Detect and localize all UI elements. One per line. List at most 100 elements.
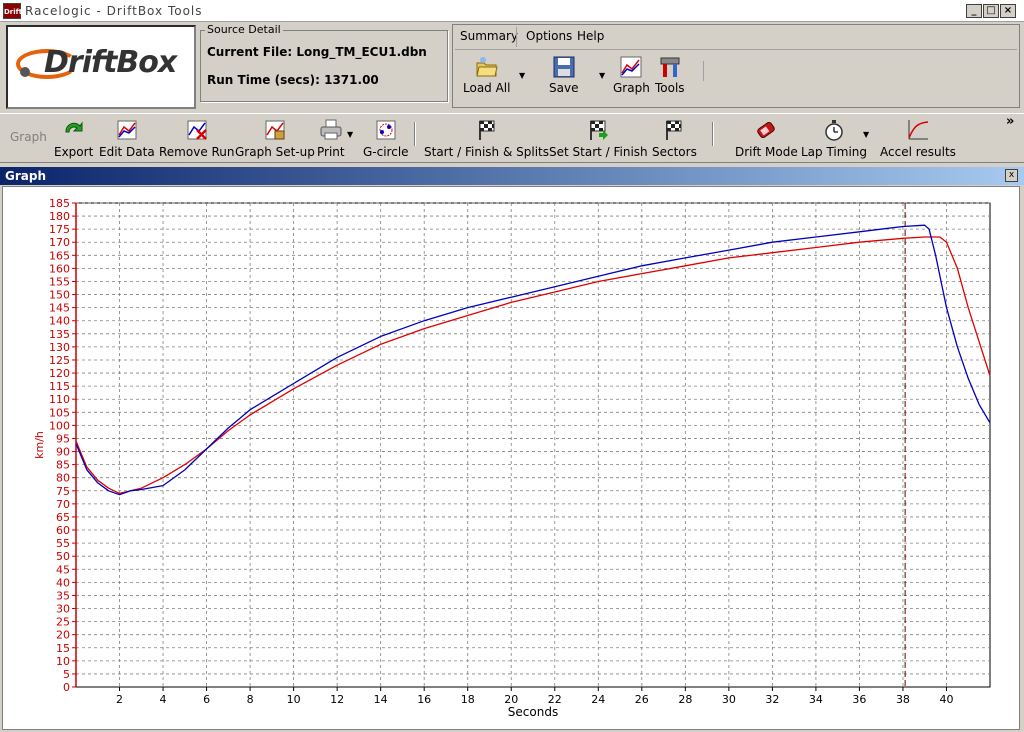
- y-tick-label: 185: [49, 197, 70, 210]
- x-tick-label: 6: [203, 693, 210, 706]
- chart-grid: [75, 202, 991, 688]
- drift-mode-label: Drift Mode: [735, 145, 798, 159]
- speed-chart[interactable]: 0510152025303540455055606570758085909510…: [3, 187, 1019, 729]
- menu-summary[interactable]: Summary: [457, 29, 521, 43]
- checkered-flag-icon: [666, 120, 682, 140]
- sectors-button[interactable]: Sectors: [652, 118, 697, 159]
- accel-results-label: Accel results: [880, 145, 956, 159]
- maximize-button[interactable]: □: [983, 4, 999, 18]
- x-axis-label: Seconds: [508, 705, 558, 719]
- graph-toolbar: Graph Export Edit Data Remove Run Graph …: [0, 113, 1024, 163]
- x-ticks: 2 4 6 8 10 12 14 16 18 20 22 24 26 28 30 32 34 36 38 40: [116, 687, 953, 706]
- x-tick-label: 8: [247, 693, 254, 706]
- graph-menu-button[interactable]: Graph: [613, 55, 650, 95]
- x-tick-label: 40: [939, 693, 953, 706]
- drift-mode-button[interactable]: Drift Mode: [735, 118, 798, 159]
- graph-setup-button[interactable]: Graph Set-up: [235, 118, 315, 159]
- accel-results-button[interactable]: Accel results: [880, 118, 956, 159]
- x-tick-label: 4: [160, 693, 167, 706]
- g-circle-button[interactable]: G-circle: [363, 118, 409, 159]
- menu-panel: Summary Options Help Load All ▼ Save ▼ G…: [452, 24, 1020, 108]
- x-tick-label: 24: [591, 693, 605, 706]
- y-tick-label: 120: [49, 367, 70, 380]
- export-button[interactable]: Export: [54, 118, 93, 159]
- x-tick-label: 2: [116, 693, 123, 706]
- y-tick-label: 135: [49, 328, 70, 341]
- edit-data-button[interactable]: Edit Data: [99, 118, 155, 159]
- accel-curve-icon: [908, 120, 929, 140]
- load-all-label: Load All: [463, 81, 511, 95]
- remove-run-label: Remove Run: [159, 145, 235, 159]
- drift-car-icon: [757, 121, 776, 139]
- y-tick-label: 95: [56, 432, 70, 445]
- y-tick-label: 55: [56, 537, 70, 550]
- x-tick-label: 34: [809, 693, 823, 706]
- x-tick-label: 12: [330, 693, 344, 706]
- minimize-button[interactable]: _: [966, 4, 982, 18]
- start-finish-splits-label: Start / Finish & Splits: [424, 145, 549, 159]
- y-tick-label: 160: [49, 262, 70, 275]
- x-tick-label: 28: [678, 693, 692, 706]
- y-tick-label: 140: [49, 315, 70, 328]
- tools-icon: [660, 57, 680, 77]
- x-tick-label: 18: [461, 693, 475, 706]
- x-tick-label: 10: [287, 693, 301, 706]
- y-tick-label: 15: [56, 642, 70, 655]
- run-time-label: Run Time (secs): 1371.00: [207, 73, 379, 87]
- menu-options[interactable]: Options: [523, 29, 575, 43]
- y-tick-label: 5: [63, 668, 70, 681]
- toolbar-overflow-button[interactable]: »: [1006, 114, 1014, 129]
- y-tick-label: 145: [49, 302, 70, 315]
- y-tick-label: 25: [56, 616, 70, 629]
- sectors-label: Sectors: [652, 145, 697, 159]
- graph-close-button[interactable]: x: [1005, 169, 1018, 182]
- y-tick-label: 130: [49, 341, 70, 354]
- y-tick-label: 150: [49, 289, 70, 302]
- y-tick-label: 70: [56, 498, 70, 511]
- load-all-button[interactable]: Load All: [463, 55, 510, 95]
- save-dropdown-icon[interactable]: ▼: [599, 71, 605, 80]
- y-tick-label: 65: [56, 511, 70, 524]
- graph-area[interactable]: 0 5 10 15 20 25 30 35 40 45 50 55 60 65 70 75 80 85 90 95 10…: [2, 186, 1020, 730]
- y-tick-label: 110: [49, 393, 70, 406]
- g-circle-label: G-circle: [363, 145, 409, 159]
- x-tick-label: 16: [417, 693, 431, 706]
- lap-timing-button[interactable]: Lap Timing: [801, 118, 867, 159]
- y-tick-label: 75: [56, 485, 70, 498]
- save-button[interactable]: Save: [549, 55, 578, 95]
- source-detail-group: Source Detail Current File: Long_TM_ECU1…: [200, 23, 448, 102]
- toolbar-separator: [712, 122, 714, 146]
- y-tick-label: 60: [56, 524, 70, 537]
- y-tick-label: 90: [56, 446, 70, 459]
- y-tick-label: 35: [56, 589, 70, 602]
- toolbar-separator: [414, 122, 416, 146]
- export-arrow-icon: [65, 121, 83, 133]
- x-tick-label: 14: [374, 693, 388, 706]
- graph-window-title: Graph: [5, 169, 46, 183]
- toolbar-section-label: Graph: [10, 130, 47, 144]
- edit-data-label: Edit Data: [99, 145, 155, 159]
- set-start-finish-button[interactable]: Set Start / Finish: [549, 118, 648, 159]
- logo: DriftBox: [6, 25, 196, 109]
- save-label: Save: [549, 81, 579, 95]
- lap-timing-dropdown-icon[interactable]: ▼: [863, 130, 869, 139]
- y-tick-label: 170: [49, 236, 70, 249]
- remove-run-button[interactable]: Remove Run: [159, 118, 235, 159]
- print-dropdown-icon[interactable]: ▼: [347, 130, 353, 139]
- print-button[interactable]: Print: [317, 118, 345, 159]
- tools-button[interactable]: Tools: [655, 55, 685, 95]
- set-start-finish-label: Set Start / Finish: [549, 145, 648, 159]
- y-tick-label: 175: [49, 223, 70, 236]
- y-tick-label: 85: [56, 459, 70, 472]
- tools-label: Tools: [655, 81, 685, 95]
- lap-timing-label: Lap Timing: [801, 145, 868, 159]
- close-button[interactable]: ×: [1000, 4, 1016, 18]
- start-finish-splits-button[interactable]: Start / Finish & Splits: [424, 118, 549, 159]
- load-all-dropdown-icon[interactable]: ▼: [519, 71, 525, 80]
- y-tick-label: 100: [49, 419, 70, 432]
- x-tick-label: 30: [722, 693, 736, 706]
- stopwatch-icon: [825, 120, 843, 141]
- menu-help[interactable]: Help: [574, 29, 607, 43]
- remove-run-icon: [187, 120, 207, 140]
- checkered-flag-icon: [478, 120, 494, 140]
